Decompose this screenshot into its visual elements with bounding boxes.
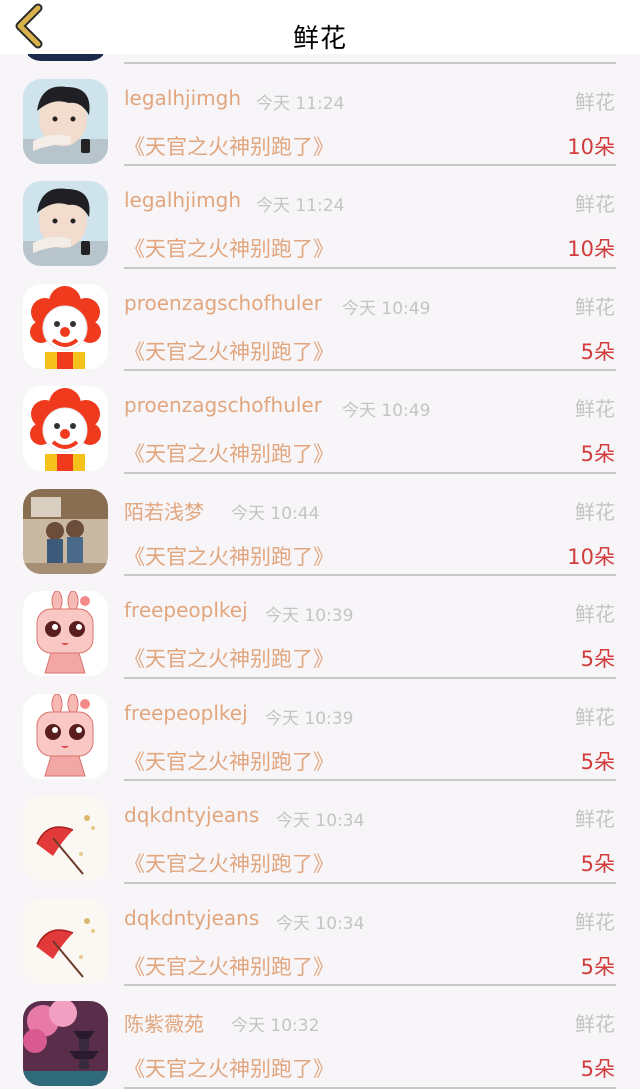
username: freepeoplkej [124,598,248,622]
gift-type: 鲜花 [575,807,615,831]
list-item[interactable]: freepeoplkej 今天 10:39 鲜花 《天官之火神别跑了》 5朵 [0,576,640,679]
page-title: 鲜花 [292,24,347,54]
avatar [23,283,108,369]
flower-count: 10朵 [567,134,615,159]
timestamp: 今天 10:34 [276,811,365,831]
timestamp: 今天 10:49 [342,401,431,421]
gift-type: 鲜花 [575,397,615,421]
timestamp: 今天 10:49 [342,298,431,319]
avatar [23,386,108,471]
list-item[interactable]: proenzagschofhuler 今天 10:49 鲜花 《天官之火神别跑了… [0,269,640,371]
list-item[interactable]: freepeoplkej 今天 10:39 鲜花 《天官之火神别跑了》 5朵 [0,679,640,781]
flower-count: 5朵 [580,1057,615,1081]
username: legalhjimgh [124,188,242,212]
timestamp: 今天 11:24 [256,196,345,216]
book-title-link[interactable]: 《天官之火神别跑了》 [124,746,334,776]
username: dqkdntyjeans [124,803,260,827]
list-item[interactable]: 陌若浅梦 今天 10:44 鲜花 《天官之火神别跑了》 10朵 [0,474,640,576]
list-item[interactable]: legalhjimgh 今天 11:24 鲜花 《天官之火神别跑了》 10朵 [0,64,640,166]
timestamp: 今天 10:39 [265,606,354,626]
username: 陌若浅梦 [124,499,204,524]
list-item[interactable]: dqkdntyjeans 今天 10:34 鲜花 《天官之火神别跑了》 5朵 [0,781,640,884]
avatar [23,78,108,164]
flower-count: 5朵 [580,339,615,364]
avatar [23,898,108,984]
list-item[interactable]: 陈紫薇苑 今天 10:32 鲜花 《天官之火神别跑了》 5朵 [0,986,640,1089]
list-item[interactable]: proenzagschofhuler 今天 10:49 鲜花 《天官之火神别跑了… [0,371,640,474]
flower-count: 5朵 [580,647,615,671]
avatar [23,488,108,574]
book-title-link[interactable]: 《天官之火神别跑了》 [124,541,334,571]
gift-type: 鲜花 [575,294,615,319]
list-item[interactable]: legalhjimgh 今天 11:24 鲜花 《天官之火神别跑了》 10朵 [0,166,640,269]
flower-count: 10朵 [567,237,615,261]
gift-type: 鲜花 [575,192,615,216]
book-title-link[interactable]: 《天官之火神别跑了》 [124,951,334,981]
flower-count: 5朵 [580,954,615,979]
gift-type: 鲜花 [575,602,615,626]
gift-type: 鲜花 [575,704,615,729]
username: proenzagschofhuler [124,290,322,315]
avatar [23,591,108,676]
flower-count: 5朵 [580,749,615,774]
book-title-link[interactable]: 《天官之火神别跑了》 [124,643,334,673]
avatar [23,796,108,881]
book-title-link[interactable]: 《天官之火神别跑了》 [124,438,334,468]
timestamp: 今天 10:32 [231,1016,320,1036]
list-item[interactable]: dqkdntyjeans 今天 10:34 鲜花 《天官之火神别跑了》 5朵 [0,884,640,986]
avatar [23,181,108,266]
timestamp: 今天 10:44 [231,503,320,524]
gift-type: 鲜花 [575,1012,615,1036]
timestamp: 今天 10:34 [276,913,365,934]
book-title-link[interactable]: 《天官之火神别跑了》 [124,336,334,366]
gift-type: 鲜花 [575,499,615,524]
gift-type: 鲜花 [575,89,615,114]
avatar [23,1001,108,1086]
navigation-bar: 鲜花 [0,0,640,54]
username: dqkdntyjeans [124,905,260,930]
book-title-link[interactable]: 《天官之火神别跑了》 [124,848,334,878]
flower-count: 5朵 [580,852,615,876]
row-divider [124,1086,616,1089]
username: legalhjimgh [124,85,242,110]
timestamp: 今天 10:39 [265,708,354,729]
username: freepeoplkej [124,700,248,725]
timestamp: 今天 11:24 [256,93,345,114]
flower-record-list[interactable]: legalhjimgh 今天 11:24 鲜花 《天官之火神别跑了》 10朵 l… [0,0,640,1089]
flower-count: 5朵 [580,442,615,466]
username: 陈紫薇苑 [124,1012,204,1036]
book-title-link[interactable]: 《天官之火神别跑了》 [124,131,334,161]
avatar [23,693,108,779]
gift-type: 鲜花 [575,909,615,934]
flower-count: 10朵 [567,544,615,569]
username: proenzagschofhuler [124,393,322,417]
book-title-link[interactable]: 《天官之火神别跑了》 [124,1053,334,1083]
book-title-link[interactable]: 《天官之火神别跑了》 [124,233,334,263]
